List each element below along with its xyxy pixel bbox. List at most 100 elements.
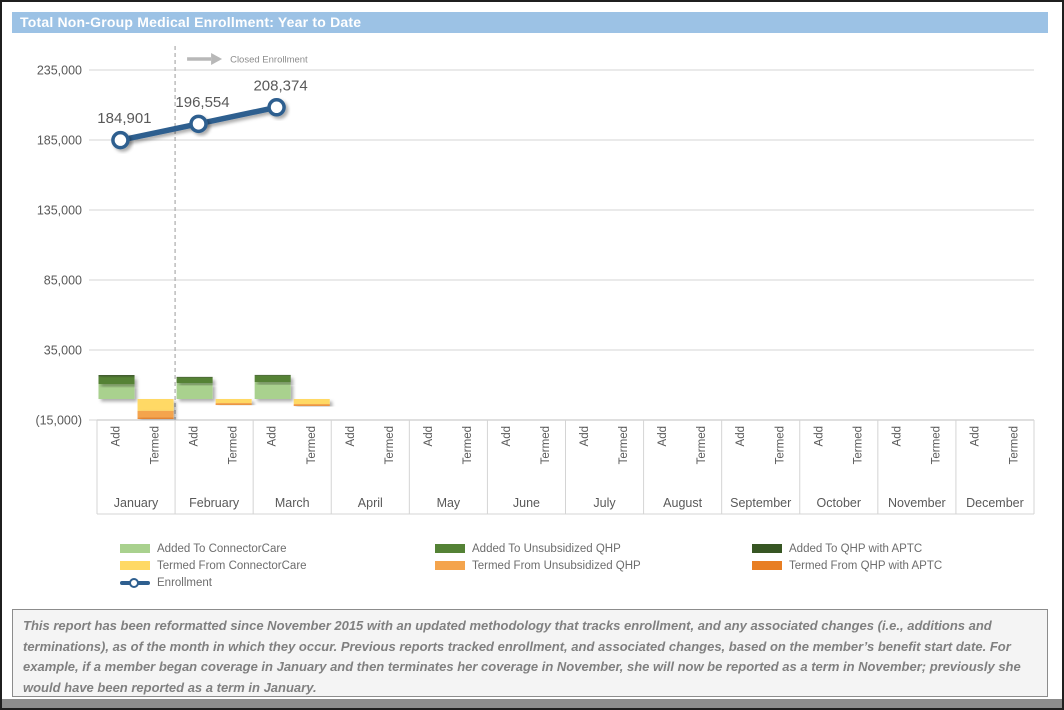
sub-column-label: Add	[189, 426, 201, 446]
sub-column-label: Termed	[696, 426, 708, 464]
legend-swatch-icon	[752, 544, 782, 553]
month-label: April	[358, 496, 383, 510]
enrollment-line-swatch-icon	[120, 578, 150, 587]
legend-item: Added To ConnectorCare	[120, 540, 307, 557]
y-axis-tick-label: 135,000	[37, 204, 82, 218]
enrollment-data-label: 208,374	[253, 77, 307, 94]
sub-column-label: Add	[111, 426, 123, 446]
enrollment-line-series: 184,901 196,554 208,374	[97, 77, 307, 147]
sub-column-label: Add	[735, 426, 747, 446]
sub-column-label: Add	[969, 426, 981, 446]
sub-column-label: Add	[657, 426, 669, 446]
bar-segment-termed-from-connectorcare	[138, 399, 174, 411]
bar-segment-termed-from-unsubsidized-qhp	[294, 404, 330, 406]
bar-segment-termed-from-unsubsidized-qhp	[216, 403, 252, 405]
legend-label: Added To ConnectorCare	[157, 543, 287, 555]
y-axis-tick-label: 235,000	[37, 64, 82, 78]
sub-column-label: Add	[345, 426, 357, 446]
bar-segment-termed-from-connectorcare	[216, 399, 252, 403]
bar-segment-added-to-unsubsidized-qhp	[99, 376, 135, 384]
closed-enrollment-annotation: Closed Enrollment	[187, 53, 308, 66]
sub-column-label: Add	[813, 426, 825, 446]
bar-segment-termed-from-unsubsidized-qhp	[138, 411, 174, 418]
month-label: October	[817, 496, 861, 510]
sub-column-label: Add	[423, 426, 435, 446]
bar-segment-added-to-connectorcare	[99, 384, 135, 399]
legend-column: Added To QHP with APTC Termed From QHP wi…	[752, 540, 942, 574]
sub-column-label: Termed	[228, 426, 240, 464]
report-page: Total Non-Group Medical Enrollment: Year…	[0, 0, 1064, 710]
y-axis-tick-label: (15,000)	[35, 414, 82, 428]
footer-strip	[2, 699, 1062, 708]
legend-item: Added To Unsubsidized QHP	[435, 540, 641, 557]
legend-item: Added To QHP with APTC	[752, 540, 942, 557]
month-label: July	[593, 496, 616, 510]
legend-label: Termed From ConnectorCare	[157, 560, 307, 572]
month-label: February	[189, 496, 240, 510]
y-axis-tick-label: 85,000	[44, 274, 82, 288]
enrollment-marker	[191, 116, 206, 131]
enrollment-data-label: 196,554	[175, 94, 229, 111]
y-axis-tick-label: 185,000	[37, 134, 82, 148]
arrow-right-icon	[211, 53, 222, 65]
legend-swatch-icon	[120, 561, 150, 570]
legend-item: Enrollment	[120, 574, 307, 591]
legend-item: Termed From ConnectorCare	[120, 557, 307, 574]
bar-segment-termed-from-qhp-with-aptc	[138, 418, 174, 419]
enrollment-data-label: 184,901	[97, 110, 151, 127]
sub-column-label: Add	[267, 426, 279, 446]
bar-segment-added-to-qhp-with-aptc	[177, 377, 213, 378]
legend-item: Termed From QHP with APTC	[752, 557, 942, 574]
enrollment-marker	[113, 133, 128, 148]
footnote-box: This report has been reformatted since N…	[12, 609, 1048, 697]
month-label: November	[888, 496, 946, 510]
month-label: January	[114, 496, 159, 510]
legend-swatch-icon	[120, 544, 150, 553]
bar-segment-added-to-unsubsidized-qhp	[255, 376, 291, 382]
gridlines: 235,000 185,000 135,000 85,000 35,000 (15,000…	[35, 64, 1034, 428]
bar-segment-added-to-qhp-with-aptc	[255, 375, 291, 376]
month-label: September	[730, 496, 791, 510]
legend-label: Added To Unsubsidized QHP	[472, 543, 621, 555]
category-axis: Add Termed January Add Termed February Add Term…	[97, 420, 1034, 514]
sub-column-label: Termed	[306, 426, 318, 464]
sub-column-label: Add	[891, 426, 903, 446]
enrollment-marker	[269, 100, 284, 115]
sub-column-label: Termed	[774, 426, 786, 464]
footnote-text: This report has been reformatted since N…	[23, 616, 1035, 698]
sub-column-label: Termed	[1009, 426, 1021, 464]
bar-segment-termed-from-connectorcare	[294, 399, 330, 404]
legend-label: Added To QHP with APTC	[789, 543, 922, 555]
bar-segment-added-to-unsubsidized-qhp	[177, 378, 213, 383]
sub-column-label: Termed	[150, 426, 162, 464]
legend-column: Added To ConnectorCare Termed From Connec…	[120, 540, 307, 591]
enrollment-chart: 235,000 185,000 135,000 85,000 35,000 (15,000…	[2, 2, 1062, 540]
sub-column-label: Termed	[384, 426, 396, 464]
bar-segment-added-to-connectorcare	[177, 383, 213, 399]
sub-column-label: Termed	[930, 426, 942, 464]
month-label: August	[663, 496, 702, 510]
month-label: June	[513, 496, 540, 510]
legend-label: Termed From QHP with APTC	[789, 560, 942, 572]
legend-swatch-icon	[435, 561, 465, 570]
legend-label: Enrollment	[157, 577, 212, 589]
bar-segment-added-to-connectorcare	[255, 382, 291, 399]
sub-column-label: Termed	[540, 426, 552, 464]
sub-column-label: Termed	[852, 426, 864, 464]
legend-column: Added To Unsubsidized QHP Termed From Uns…	[435, 540, 641, 574]
chart-legend: Added To ConnectorCare Termed From Connec…	[2, 540, 1062, 598]
bar-segment-added-to-qhp-with-aptc	[99, 375, 135, 376]
legend-label: Termed From Unsubsidized QHP	[472, 560, 641, 572]
month-label: December	[966, 496, 1024, 510]
month-label: March	[275, 496, 310, 510]
sub-column-label: Add	[579, 426, 591, 446]
sub-column-label: Termed	[618, 426, 630, 464]
legend-swatch-icon	[435, 544, 465, 553]
stacked-bars	[99, 375, 330, 419]
legend-item: Termed From Unsubsidized QHP	[435, 557, 641, 574]
y-axis-tick-label: 35,000	[44, 344, 82, 358]
sub-column-label: Add	[501, 426, 513, 446]
legend-swatch-icon	[752, 561, 782, 570]
closed-enrollment-label: Closed Enrollment	[230, 55, 308, 66]
sub-column-label: Termed	[462, 426, 474, 464]
